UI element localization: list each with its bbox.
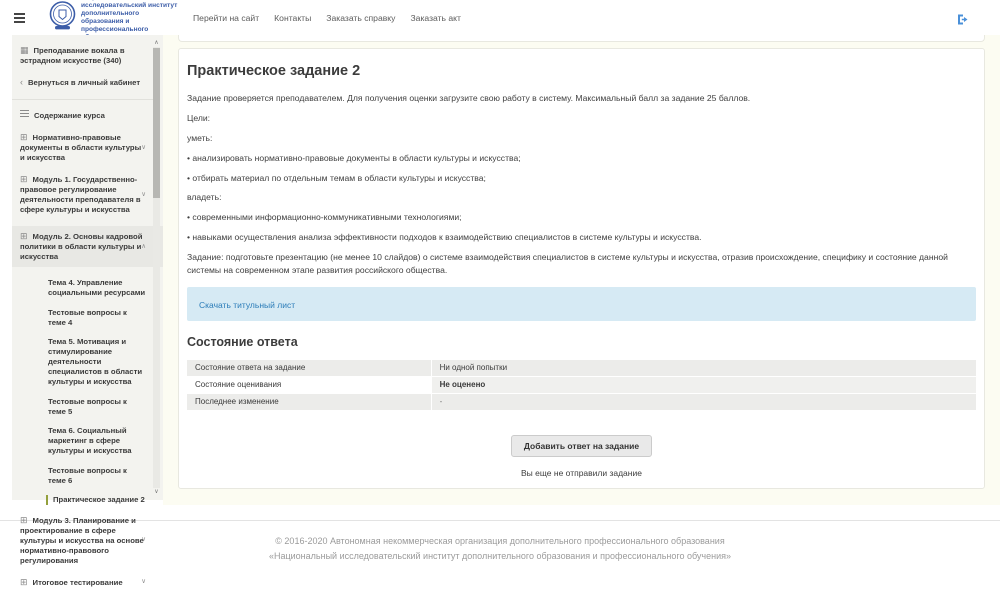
download-title-page-link[interactable]: Скачать титульный лист [199,300,295,310]
sidebar-item-test6[interactable]: Тестовые вопросы к теме 6 [48,466,146,486]
sidebar-scrollbar[interactable]: ∧ ∨ [152,38,161,497]
submission-status-table: Состояние ответа на задание Ни одной поп… [187,360,976,411]
sidebar-item-topic4[interactable]: Тема 4. Управление социальными ресурсами [48,278,146,298]
grid-icon: ▦ [20,45,29,55]
nav-link-act[interactable]: Заказать акт [410,13,461,23]
sidebar-section-final-test[interactable]: ⊞Итоговое тестирование ∨ [20,577,146,588]
chevron-down-icon: ∨ [141,143,146,153]
footer-institute: «Национальный исследовательский институт… [0,549,1000,564]
nav-link-contacts[interactable]: Контакты [274,13,311,23]
sidebar-item-practical-task2-active[interactable]: Практическое задание 2 [46,495,146,505]
not-submitted-note: Вы еще не отправили задание [187,468,976,478]
main-area: Практическое задание 2 Задание проверяет… [163,35,1000,505]
section-collapsed-icon: ⊞ [20,132,28,142]
table-row: Последнее изменение - [187,394,976,411]
content-row: ▦Преподавание вокала в эстрадном искусст… [0,35,1000,505]
status-value: Ни одной попытки [432,360,976,377]
assignment-bullet: • отбирать материал по отдельным темам в… [187,172,976,185]
assignment-bullet: • анализировать нормативно-правовые доку… [187,152,976,165]
sidebar-section-normative-docs[interactable]: ⊞Нормативно-правовые документы в области… [20,132,146,163]
page: Национальный исследовательский институт … [0,0,1000,596]
footer-copyright: © 2016-2020 Автономная некоммерческая ор… [0,534,1000,549]
chevron-up-icon: ∧ [141,242,146,252]
chevron-down-icon: ∨ [141,577,146,587]
sidebar-item-topic6[interactable]: Тема 6. Социальный маркетинг в сфере кул… [48,426,146,456]
table-row: Состояние оценивания Не оценено [187,377,976,394]
sidebar-item-course-contents[interactable]: Содержание курса [20,110,146,121]
table-row: Состояние ответа на задание Ни одной поп… [187,360,976,377]
download-info-box: Скачать титульный лист [187,287,976,321]
status-label: Состояние ответа на задание [187,360,432,377]
sidebar-section-module1[interactable]: ⊞Модуль 1. Государственно-правовое регул… [20,174,146,215]
chevron-down-icon: ∨ [141,190,146,200]
previous-card-edge [178,35,985,42]
list-icon [20,110,29,117]
sidebar-item-topic5[interactable]: Тема 5. Мотивация и стимулирование деяте… [48,337,146,387]
divider [12,99,154,100]
assignment-task: Задание: подготовьте презентацию (не мен… [187,251,976,277]
footer: © 2016-2020 Автономная некоммерческая ор… [0,520,1000,564]
assignment-intro: Задание проверяется преподавателем. Для … [187,92,976,105]
status-value: - [432,394,976,411]
chevron-left-icon: ‹ [20,77,23,87]
status-label: Состояние оценивания [187,377,432,394]
scrollbar-thumb[interactable] [153,48,160,198]
hamburger-menu-icon[interactable] [14,13,25,23]
logo-emblem-icon [49,1,76,35]
status-label: Последнее изменение [187,394,432,411]
add-submission-button[interactable]: Добавить ответ на задание [511,435,652,457]
page-title: Практическое задание 2 [187,63,976,79]
status-value: Не оценено [432,377,976,394]
assignment-bullet: • современными информационно-коммуникати… [187,211,976,224]
chevron-down-icon: ∨ [141,535,146,545]
nav-link-site[interactable]: Перейти на сайт [193,13,259,23]
section-collapsed-icon: ⊞ [20,577,28,587]
sidebar-section-module2[interactable]: ⊞Модуль 2. Основы кадровой политики в об… [12,226,163,267]
assignment-bullet: • навыками осуществления анализа эффекти… [187,231,976,244]
button-row: Добавить ответ на задание [187,435,976,457]
header: Национальный исследовательский институт … [0,0,1000,35]
nav-link-certificate[interactable]: Заказать справку [326,13,395,23]
section-collapsed-icon: ⊞ [20,515,28,525]
submission-status-heading: Состояние ответа [187,335,976,349]
assignment-goals-label: Цели: [187,112,976,125]
sidebar-item-test4[interactable]: Тестовые вопросы к теме 4 [48,308,146,328]
assignment-own-label: владеть: [187,191,976,204]
logout-icon[interactable] [957,12,970,30]
assignment-card: Практическое задание 2 Задание проверяет… [178,48,985,489]
section-collapsed-icon: ⊞ [20,231,28,241]
sidebar-back-link[interactable]: ‹Вернуться в личный кабинет [20,77,146,88]
sidebar-item-test5[interactable]: Тестовые вопросы к теме 5 [48,397,146,417]
section-collapsed-icon: ⊞ [20,174,28,184]
scroll-down-icon[interactable]: ∨ [152,487,161,497]
sidebar-section-module3[interactable]: ⊞Модуль 3. Планирование и проектирование… [20,515,146,566]
sidebar: ▦Преподавание вокала в эстрадном искусст… [12,35,163,500]
sidebar-course-title[interactable]: ▦Преподавание вокала в эстрадном искусст… [20,45,146,66]
assignment-skills-label: уметь: [187,132,976,145]
top-navigation: Перейти на сайт Контакты Заказать справк… [193,13,461,23]
